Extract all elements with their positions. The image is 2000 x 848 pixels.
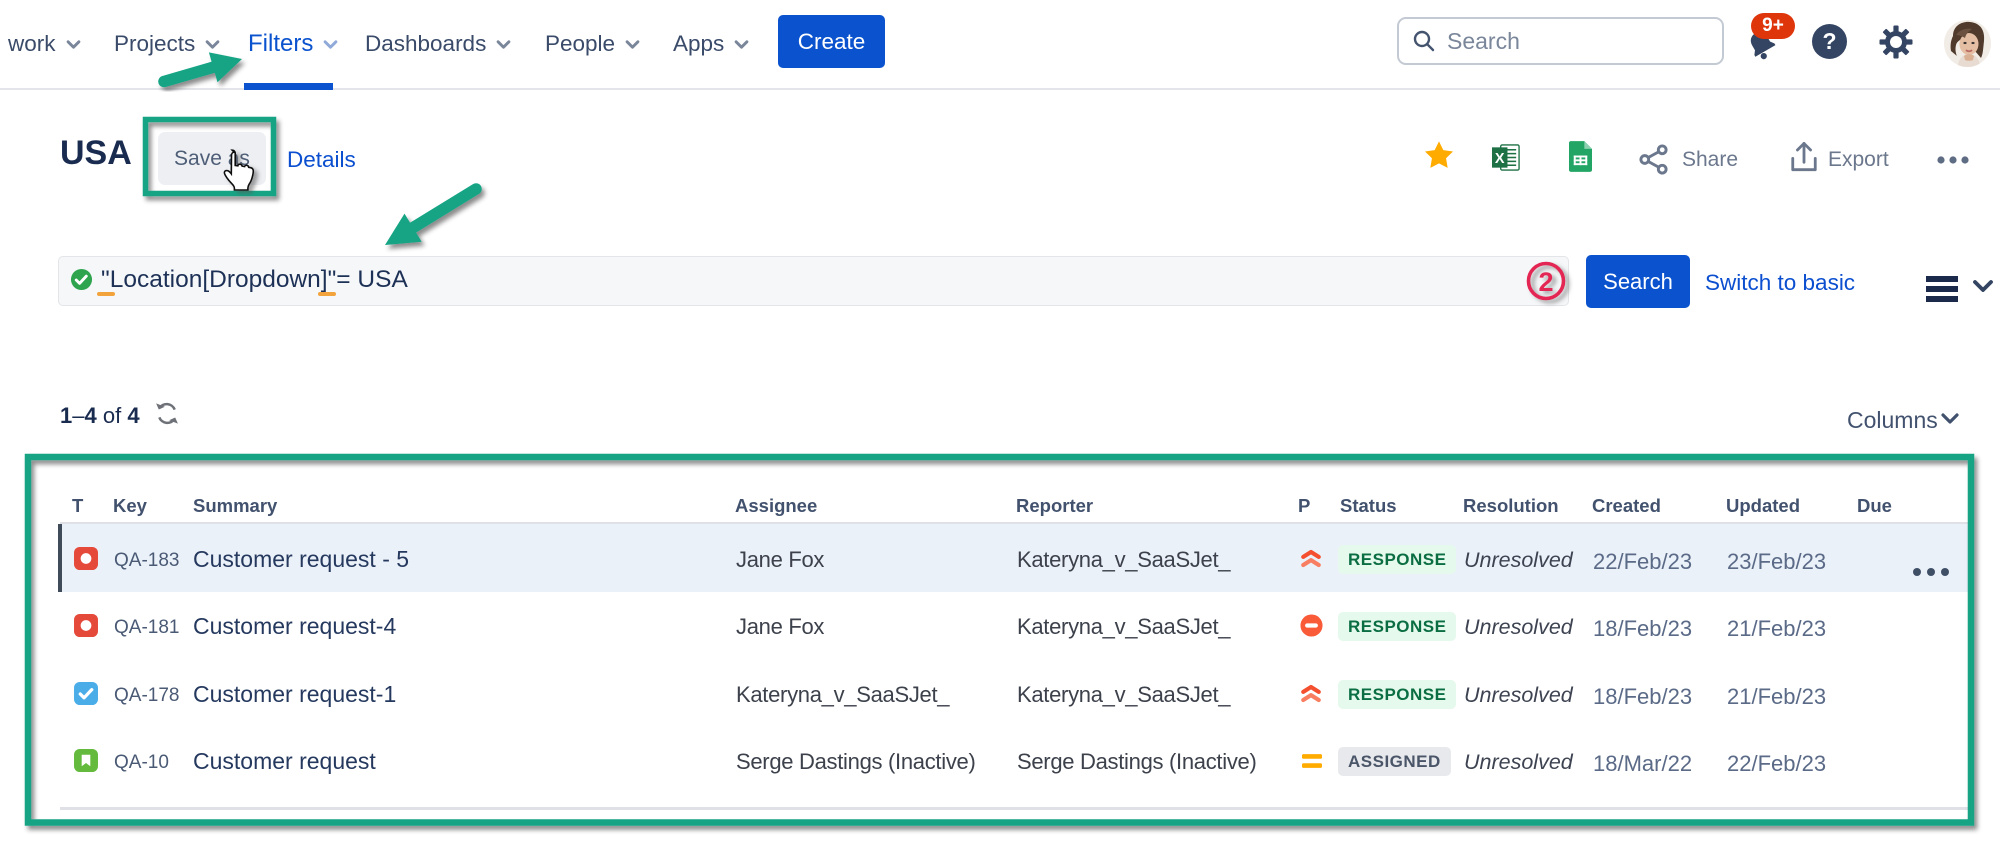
svg-text:X: X <box>1495 151 1505 167</box>
